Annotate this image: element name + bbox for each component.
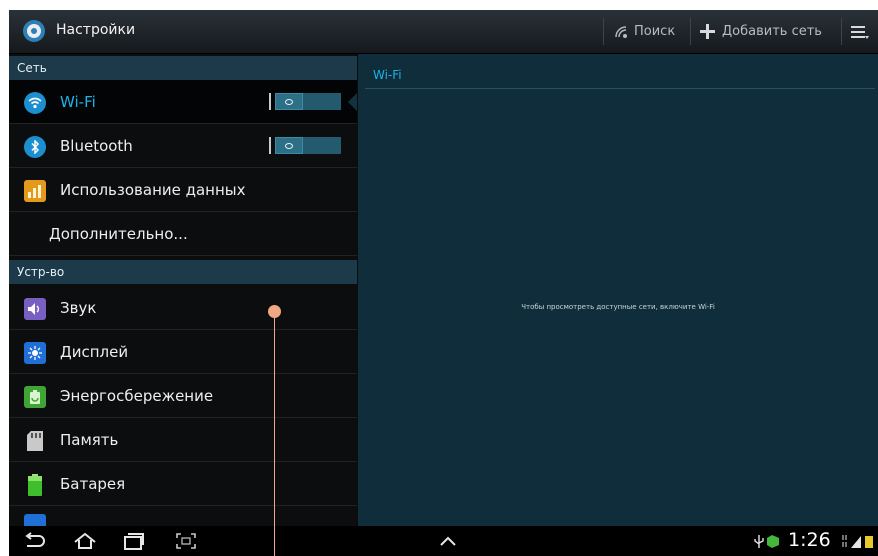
settings-item-label: Wi-Fi (60, 93, 96, 111)
system-bar: 1:26 (9, 526, 878, 556)
home-icon[interactable] (73, 532, 97, 550)
settings-item-partial[interactable] (9, 506, 357, 526)
bluetooth-icon (24, 136, 46, 158)
add-network-button[interactable]: Добавить сеть (699, 10, 822, 53)
search-label: Поиск (634, 24, 676, 39)
settings-item-wifi[interactable]: Wi-Fi (9, 80, 357, 124)
bluetooth-toggle[interactable] (269, 137, 341, 154)
settings-list: Сеть Wi-Fi Bluetooth Использование данны… (9, 54, 357, 526)
speaker-icon (24, 298, 46, 320)
separator (690, 18, 691, 45)
settings-item-storage[interactable]: Память (9, 418, 357, 462)
scan-icon (615, 25, 627, 38)
overflow-menu-button[interactable] (851, 10, 869, 53)
plus-icon (700, 24, 715, 39)
display-icon (24, 342, 46, 364)
tablet-screen: Настройки Поиск Добавить сеть Сеть Wi-Fi… (9, 10, 878, 556)
section-header-network: Сеть (9, 56, 357, 80)
add-network-label: Добавить сеть (722, 24, 822, 39)
power-saving-icon (24, 386, 46, 408)
wifi-detail-panel: Wi-Fi Чтобы просмотреть доступные сети, … (358, 54, 878, 526)
panel-title: Wi-Fi (373, 68, 402, 82)
settings-item-power-saving[interactable]: Энергосбережение (9, 374, 357, 418)
callout-line (274, 312, 275, 556)
callout-marker (268, 305, 281, 318)
settings-item-label: Энергосбережение (60, 387, 214, 405)
settings-item-label: Дисплей (60, 343, 129, 361)
settings-item-label: Батарея (60, 475, 126, 493)
recent-apps-icon[interactable] (123, 532, 145, 550)
wifi-toggle[interactable] (269, 93, 341, 110)
wifi-off-message: Чтобы просмотреть доступные сети, включи… (521, 303, 715, 311)
section-header-device: Устр-во (9, 260, 357, 284)
divider (365, 88, 875, 89)
back-icon[interactable] (23, 532, 45, 550)
action-bar: Настройки Поиск Добавить сеть (9, 10, 878, 54)
settings-item-data-usage[interactable]: Использование данных (9, 168, 357, 212)
chevron-up-icon[interactable] (437, 532, 459, 550)
sd-card-icon (24, 430, 46, 452)
settings-item-battery[interactable]: Батарея (9, 462, 357, 506)
selection-indicator (348, 93, 357, 111)
settings-item-label: Bluetooth (60, 137, 133, 155)
settings-item-more[interactable]: Дополнительно... (9, 212, 357, 256)
settings-item-label: Использование данных (60, 181, 246, 199)
settings-item-sound[interactable]: Звук (9, 286, 357, 330)
data-usage-icon (24, 180, 46, 202)
clock: 1:26 (788, 529, 831, 551)
app-title: Настройки (56, 22, 136, 38)
settings-item-label: Звук (60, 299, 97, 317)
app-icon (24, 514, 46, 526)
settings-item-label: Память (60, 431, 119, 449)
signal-battery-icon (842, 535, 873, 548)
settings-item-label: Дополнительно... (49, 225, 188, 243)
separator (603, 18, 604, 45)
gear-icon[interactable] (22, 19, 46, 43)
menu-icon (851, 25, 869, 39)
settings-item-bluetooth[interactable]: Bluetooth (9, 124, 357, 168)
settings-item-display[interactable]: Дисплей (9, 330, 357, 374)
battery-icon (24, 474, 46, 496)
separator (841, 18, 842, 45)
search-button[interactable]: Поиск (613, 10, 675, 53)
wifi-icon (24, 92, 46, 114)
usb-icon (754, 535, 779, 548)
screenshot-icon[interactable] (175, 532, 197, 550)
